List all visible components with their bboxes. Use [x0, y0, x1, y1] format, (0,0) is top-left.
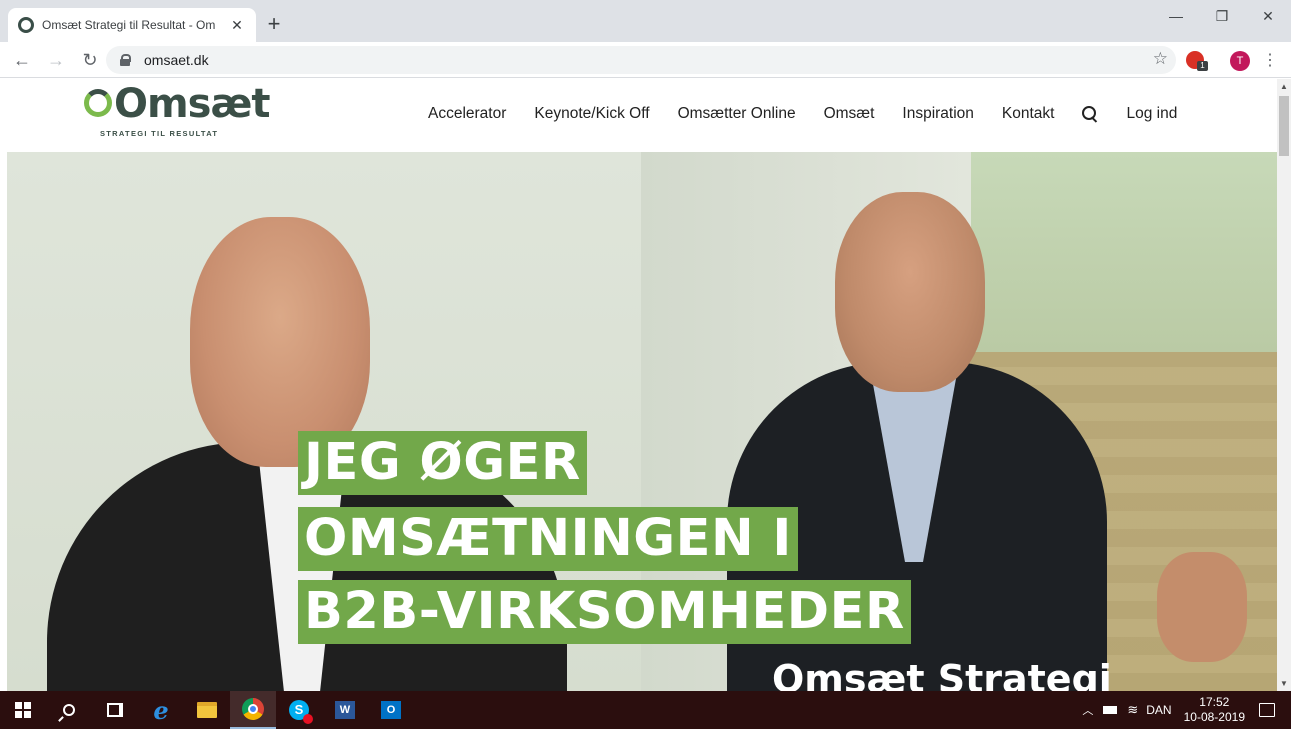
speaker-hand — [1157, 552, 1247, 662]
taskbar-search-button[interactable] — [46, 691, 92, 729]
nav-item-kontakt[interactable]: Kontakt — [1002, 105, 1055, 123]
tab-close-icon[interactable]: ✕ — [228, 17, 246, 34]
browser-tab-strip: Omsæt Strategi til Resultat - Om ✕ + — ❐… — [0, 0, 1291, 42]
site-logo[interactable]: Omsæt STRATEGI TIL RESULTAT — [82, 81, 271, 143]
start-button[interactable] — [0, 691, 46, 729]
task-view-button[interactable] — [92, 691, 138, 729]
taskbar-outlook[interactable]: O — [368, 691, 414, 729]
hero-headline-line-1: JEG ØGER — [298, 431, 587, 495]
word-icon: W — [335, 701, 355, 719]
windows-start-icon — [15, 702, 31, 718]
taskbar-skype[interactable]: S — [276, 691, 322, 729]
site-favicon-icon — [18, 17, 34, 33]
hero-subtitle: Omsæt Strategi — [772, 659, 1112, 691]
tab-title: Omsæt Strategi til Resultat - Om — [42, 18, 216, 32]
hero-headline-line-2: OMSÆTNINGEN I — [298, 507, 798, 571]
scroll-thumb[interactable] — [1279, 96, 1289, 156]
reload-icon[interactable]: ↻ — [78, 48, 102, 72]
address-bar[interactable]: omsaet.dk ☆ — [106, 46, 1176, 74]
browser-tab[interactable]: Omsæt Strategi til Resultat - Om ✕ — [8, 8, 256, 42]
taskbar-clock[interactable]: 17:52 10-08-2019 — [1184, 695, 1245, 725]
search-icon[interactable] — [1082, 106, 1098, 122]
logo-ring-icon — [84, 89, 112, 117]
site-header: Omsæt STRATEGI TIL RESULTAT Accelerator … — [0, 79, 1277, 152]
logo-tagline: STRATEGI TIL RESULTAT — [100, 129, 219, 138]
outlook-icon: O — [381, 701, 401, 719]
restore-button[interactable]: ❐ — [1199, 0, 1245, 32]
scroll-down-icon[interactable]: ▼ — [1280, 679, 1288, 688]
minimize-button[interactable]: — — [1153, 0, 1199, 32]
taskbar-word[interactable]: W — [322, 691, 368, 729]
taskbar-file-explorer[interactable] — [184, 691, 230, 729]
speaker-head — [835, 192, 985, 392]
taskbar-chrome[interactable] — [230, 691, 276, 729]
windows-taskbar: e S W O ︿ ≋ DAN 17:52 10-08-2019 — [0, 691, 1291, 729]
bookmark-star-icon[interactable]: ☆ — [1153, 49, 1168, 69]
nav-item-keynote[interactable]: Keynote/Kick Off — [534, 105, 649, 123]
taskbar-search-icon — [63, 704, 75, 716]
nav-item-accelerator[interactable]: Accelerator — [428, 105, 506, 123]
wifi-icon[interactable]: ≋ — [1127, 702, 1138, 718]
portrait-head — [190, 217, 370, 467]
clock-date: 10-08-2019 — [1183, 710, 1245, 724]
forward-arrow-icon[interactable]: → — [44, 48, 68, 72]
back-arrow-icon[interactable]: ← — [10, 48, 34, 72]
skype-error-badge — [303, 714, 313, 724]
internet-explorer-icon: e — [153, 695, 169, 725]
file-explorer-icon — [197, 702, 217, 718]
tray-chevron-up-icon[interactable]: ︿ — [1082, 702, 1093, 718]
window-controls: — ❐ ✕ — [1153, 0, 1291, 32]
taskbar-internet-explorer[interactable]: e — [138, 691, 184, 729]
system-tray: ︿ ≋ DAN 17:52 10-08-2019 — [1082, 691, 1291, 729]
hero-headline-line-3: B2B-VIRKSOMHEDER — [298, 580, 911, 644]
nav-item-omsaet[interactable]: Omsæt — [824, 105, 875, 123]
close-window-button[interactable]: ✕ — [1245, 0, 1291, 32]
scroll-up-icon[interactable]: ▲ — [1280, 82, 1288, 91]
page-scrollbar[interactable]: ▲ ▼ — [1277, 79, 1291, 691]
url-text[interactable]: omsaet.dk — [144, 52, 209, 68]
logo-name: Omsæt — [114, 81, 271, 127]
notifications-icon[interactable] — [1259, 703, 1275, 717]
chrome-icon — [242, 698, 264, 720]
profile-avatar[interactable]: T — [1230, 51, 1250, 71]
clock-time: 17:52 — [1199, 695, 1230, 709]
task-view-icon — [107, 703, 123, 717]
language-indicator[interactable]: DAN — [1146, 703, 1171, 717]
battery-icon[interactable] — [1103, 706, 1118, 714]
main-navigation: Accelerator Keynote/Kick Off Omsætter On… — [428, 105, 1205, 123]
nav-item-inspiration[interactable]: Inspiration — [902, 105, 974, 123]
browser-toolbar: ← → ↻ omsaet.dk ☆ 1 T ⋮ — [0, 42, 1291, 78]
lock-icon[interactable] — [120, 54, 131, 66]
nav-item-omsaetter-online[interactable]: Omsætter Online — [678, 105, 796, 123]
skype-icon: S — [289, 700, 313, 724]
browser-menu-icon[interactable]: ⋮ — [1262, 50, 1278, 72]
new-tab-button[interactable]: + — [262, 12, 286, 36]
extension-badge: 1 — [1197, 61, 1208, 71]
login-link[interactable]: Log ind — [1126, 105, 1177, 123]
